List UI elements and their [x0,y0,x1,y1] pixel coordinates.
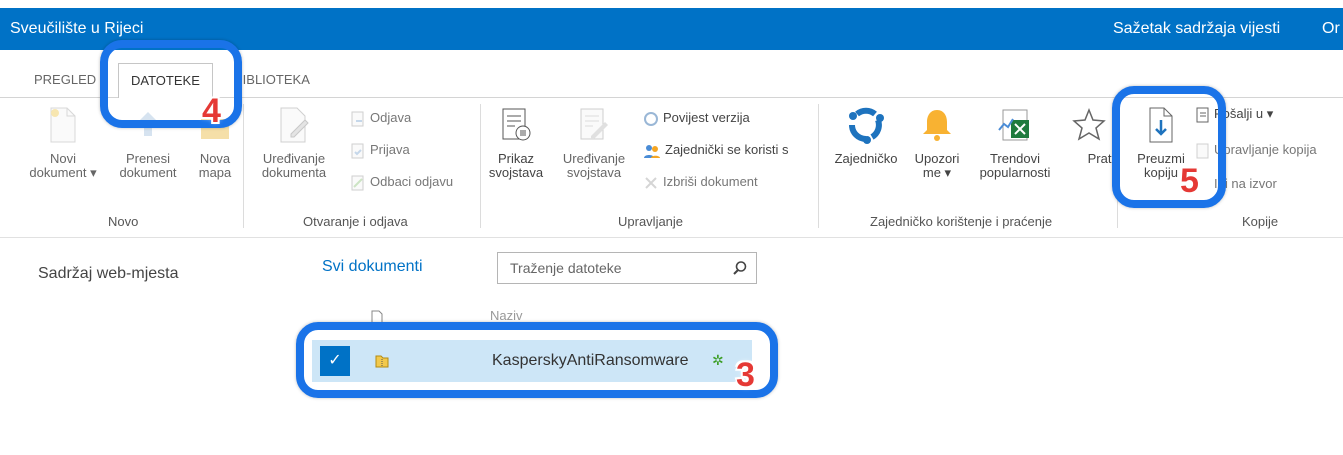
people-icon [644,144,660,158]
all-documents-view[interactable]: Svi dokumenti [322,258,423,276]
share-button[interactable]: Zajedničko [828,106,904,166]
check-out-button[interactable]: Odjava [350,108,411,128]
edit-document-icon [280,107,309,143]
group-label-novo: Novo [108,214,139,229]
popularity-trends-button[interactable]: Trendovi popularnosti [970,106,1060,180]
shared-with-button[interactable]: Zajednički se koristi s [643,140,789,160]
check-in-icon [351,143,364,159]
ribbon-separator [480,104,481,228]
check-out-icon [351,111,364,127]
site-contents-link[interactable]: Sadržaj web-mjesta [38,265,179,283]
group-label-kopije: Kopije [1242,214,1279,229]
edit-document-button[interactable]: Uređivanje dokumenta [254,106,334,180]
excel-trends-icon [998,109,1029,141]
view-properties-button[interactable]: Prikaz svojstava [486,106,546,180]
edit-properties-icon [580,108,608,140]
discard-check-out-button[interactable]: Odbaci odjavu [350,172,453,192]
view-properties-icon [502,108,531,141]
new-document-button[interactable]: Novi dokument ▾ [18,106,108,180]
group-label-upravljanje: Upravljanje [618,214,684,229]
share-icon [849,107,884,144]
bell-icon [923,110,951,141]
highlight-box-3 [296,322,778,398]
tab-pregled[interactable]: PREGLED [22,63,108,99]
search-box[interactable]: Traženje datoteke [497,252,757,284]
version-history-button[interactable]: Povijest verzija [643,108,750,128]
group-label-dijeljenje: Zajedničko korištenje i praćenje [870,214,1053,229]
search-input[interactable]: Traženje datoteke [510,260,622,276]
new-document-icon [50,107,76,143]
star-icon [1072,107,1106,141]
check-in-button[interactable]: Prijava [350,140,410,160]
onedrive-link-truncated[interactable]: Or [1322,20,1340,38]
site-title-link[interactable]: Sveučilište u Rijeci [10,20,143,38]
search-icon[interactable] [732,260,748,276]
discard-icon [351,175,364,191]
delete-x-icon [645,176,657,189]
alert-me-button[interactable]: Upozori me ▾ [908,106,966,180]
column-header-name[interactable]: Naziv [490,308,523,323]
highlight-box-5 [1112,86,1226,208]
annotation-number-3: 3 [736,356,755,394]
ribbon-separator [243,104,244,228]
newsfeed-link[interactable]: Sažetak sadržaja vijesti [1113,20,1280,38]
version-history-icon [644,111,658,126]
annotation-number-4: 4 [202,92,221,130]
delete-document-button[interactable]: Izbriši dokument [643,172,758,192]
group-label-otvaranje: Otvaranje i odjava [303,214,408,229]
ribbon-separator [818,104,819,228]
follow-button[interactable]: Prati [1064,106,1114,166]
annotation-number-5: 5 [1180,162,1199,200]
edit-properties-button[interactable]: Uređivanje svojstava [554,106,634,180]
